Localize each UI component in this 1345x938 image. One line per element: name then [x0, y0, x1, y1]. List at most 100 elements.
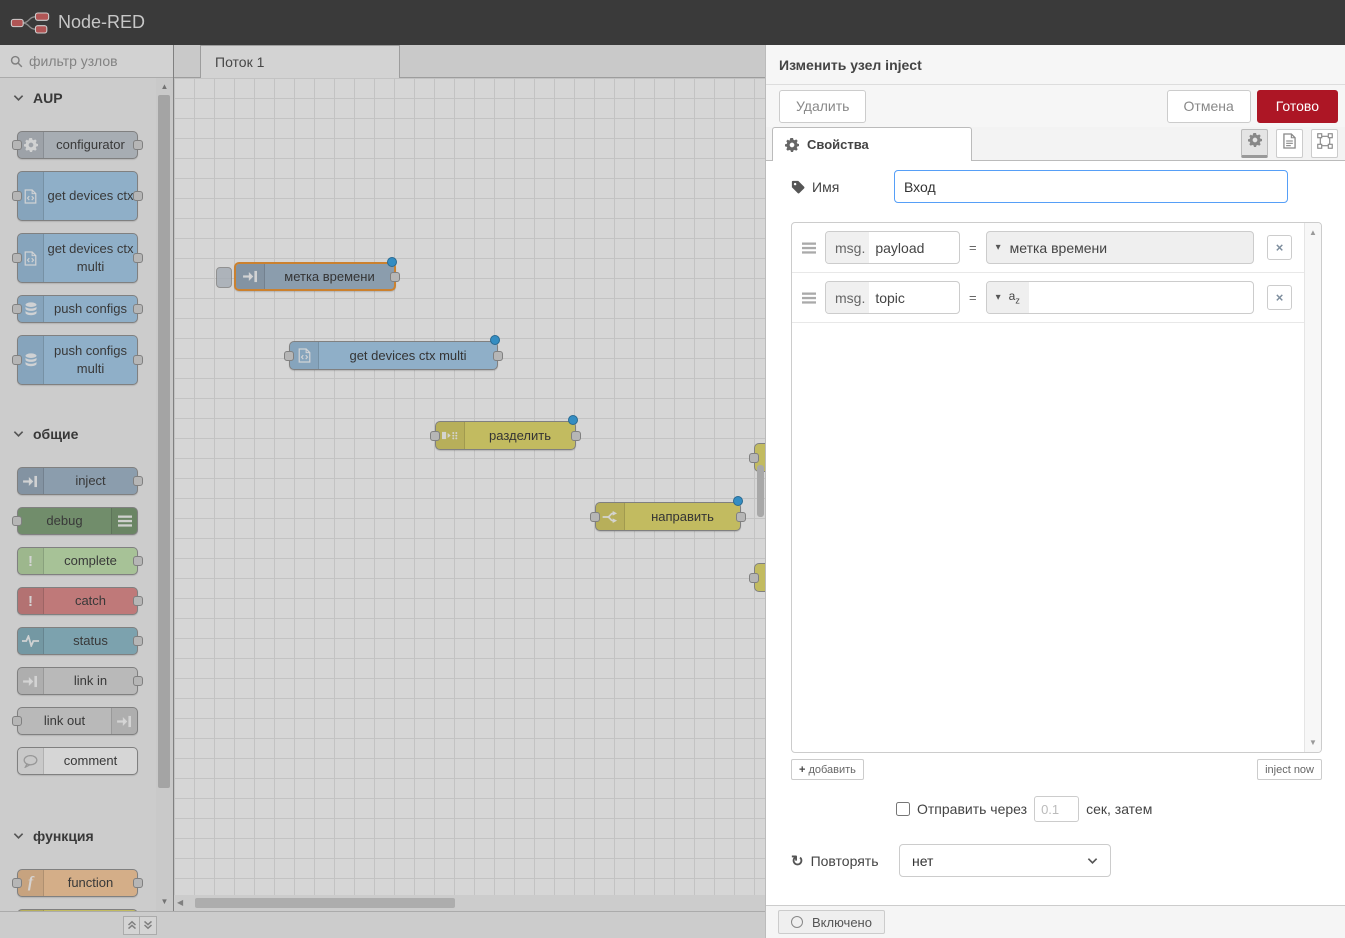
- scroll-up-icon[interactable]: ▲: [156, 81, 173, 93]
- flow-node-fragment[interactable]: [754, 563, 765, 592]
- input-port[interactable]: [749, 573, 759, 583]
- palette-node-debug[interactable]: debug: [17, 507, 138, 535]
- scroll-down-icon[interactable]: ▼: [1305, 738, 1321, 747]
- input-port[interactable]: [590, 512, 600, 522]
- expand-palette-button[interactable]: [140, 916, 157, 935]
- output-port[interactable]: [133, 878, 143, 888]
- done-button[interactable]: Готово: [1257, 90, 1338, 123]
- delete-row-button[interactable]: ×: [1267, 235, 1292, 260]
- drag-handle-icon[interactable]: [802, 242, 816, 254]
- output-port[interactable]: [133, 253, 143, 263]
- palette-node-configurator[interactable]: configurator: [17, 131, 138, 159]
- output-port[interactable]: [571, 431, 581, 441]
- palette-node-status[interactable]: status: [17, 627, 138, 655]
- cancel-button[interactable]: Отмена: [1167, 90, 1251, 123]
- input-port[interactable]: [12, 878, 22, 888]
- gear-icon: [785, 138, 799, 152]
- category-header-function[interactable]: функция: [0, 823, 156, 849]
- input-port[interactable]: [12, 140, 22, 150]
- delete-button[interactable]: Удалить: [779, 90, 866, 123]
- input-port[interactable]: [430, 431, 440, 441]
- output-port[interactable]: [133, 476, 143, 486]
- name-input[interactable]: [894, 170, 1288, 203]
- palette-search-input[interactable]: [29, 53, 149, 69]
- palette-node-get-devices-ctx-multi[interactable]: get devices ctx multi: [17, 233, 138, 283]
- inject-arrow-icon: [18, 468, 44, 494]
- delete-row-button[interactable]: ×: [1267, 285, 1292, 310]
- palette-category-function: функция f function switch: [0, 823, 156, 911]
- scroll-up-icon[interactable]: ▲: [1305, 228, 1321, 237]
- palette-node-inject[interactable]: inject: [17, 467, 138, 495]
- category-header-common[interactable]: общие: [0, 421, 156, 447]
- inject-trigger-button[interactable]: [216, 267, 232, 288]
- enabled-toggle-button[interactable]: Включено: [778, 910, 885, 934]
- palette-node-link-in[interactable]: link in: [17, 667, 138, 695]
- palette-node-catch[interactable]: ! catch: [17, 587, 138, 615]
- output-port[interactable]: [133, 304, 143, 314]
- flow-workspace: Поток 1 метка времени get devices ctx mu…: [173, 45, 765, 911]
- output-port[interactable]: [133, 355, 143, 365]
- output-port[interactable]: [133, 676, 143, 686]
- palette-node-function[interactable]: f function: [17, 869, 138, 897]
- palette-node-push-configs[interactable]: push configs: [17, 295, 138, 323]
- flow-node-split[interactable]: разделить: [435, 421, 576, 450]
- canvas-horizontal-scrollbar[interactable]: ◀: [174, 895, 765, 911]
- palette-node-link-out[interactable]: link out: [17, 707, 138, 735]
- output-port[interactable]: [736, 512, 746, 522]
- flow-node-inject[interactable]: метка времени: [234, 262, 396, 291]
- collapse-palette-button[interactable]: [123, 916, 140, 935]
- palette-node-comment[interactable]: comment: [17, 747, 138, 775]
- output-port[interactable]: [133, 636, 143, 646]
- description-tool-button[interactable]: [1276, 129, 1303, 158]
- input-port[interactable]: [749, 453, 759, 463]
- tab-properties[interactable]: Свойства: [772, 127, 972, 161]
- output-port[interactable]: [493, 351, 503, 361]
- scroll-down-icon[interactable]: ▼: [156, 896, 173, 908]
- category-label: функция: [33, 828, 94, 844]
- canvas-horizontal-scrollbar-thumb[interactable]: [195, 898, 455, 908]
- flow-canvas[interactable]: метка времени get devices ctx multi разд…: [174, 78, 765, 895]
- list-scrollbar[interactable]: ▲ ▼: [1304, 223, 1321, 752]
- output-port[interactable]: [133, 140, 143, 150]
- value-input[interactable]: ▾ az: [986, 281, 1254, 314]
- value-type-dropdown[interactable]: ▾ az: [987, 282, 1029, 313]
- palette-scrollbar-thumb[interactable]: [158, 95, 170, 788]
- palette-node-push-configs-multi[interactable]: push configs multi: [17, 335, 138, 385]
- palette-search[interactable]: [0, 45, 173, 78]
- properties-list: msg. payload = ▾ метка времени × msg. to…: [791, 222, 1322, 753]
- output-port[interactable]: [390, 272, 400, 282]
- property-key-field[interactable]: msg. topic: [825, 281, 960, 314]
- output-port[interactable]: [133, 596, 143, 606]
- inject-now-button[interactable]: inject now: [1257, 759, 1322, 780]
- input-port[interactable]: [284, 351, 294, 361]
- flow-tab[interactable]: Поток 1: [200, 45, 400, 78]
- appearance-tool-button[interactable]: [1311, 129, 1338, 158]
- canvas-vertical-scrollbar-thumb[interactable]: [757, 465, 764, 517]
- properties-tool-button[interactable]: [1241, 129, 1268, 158]
- output-port[interactable]: [133, 556, 143, 566]
- fire-once-delay-input[interactable]: [1034, 796, 1079, 822]
- category-header-aup[interactable]: AUP: [0, 85, 156, 111]
- property-key-field[interactable]: msg. payload: [825, 231, 960, 264]
- fire-once-checkbox[interactable]: [896, 802, 910, 816]
- scroll-left-icon[interactable]: ◀: [177, 897, 183, 909]
- input-port[interactable]: [12, 191, 22, 201]
- input-port[interactable]: [12, 716, 22, 726]
- input-port[interactable]: [12, 516, 22, 526]
- input-port[interactable]: [12, 355, 22, 365]
- flow-node-route[interactable]: направить: [595, 502, 741, 531]
- value-type-dropdown[interactable]: ▾ метка времени: [986, 231, 1254, 264]
- palette-node-get-devices-ctx[interactable]: get devices ctx: [17, 171, 138, 221]
- palette-node-complete[interactable]: ! complete: [17, 547, 138, 575]
- drag-handle-icon[interactable]: [802, 292, 816, 304]
- input-port[interactable]: [12, 253, 22, 263]
- plus-icon: +: [799, 764, 805, 776]
- fire-once-suffix: сек, затем: [1086, 801, 1152, 817]
- add-property-button[interactable]: + добавить: [791, 759, 864, 780]
- repeat-select[interactable]: нет: [899, 844, 1111, 877]
- input-port[interactable]: [12, 304, 22, 314]
- double-chevron-down-icon: [143, 920, 153, 932]
- flow-node-get-devices-ctx-multi[interactable]: get devices ctx multi: [289, 341, 498, 370]
- output-port[interactable]: [133, 191, 143, 201]
- palette-scrollbar[interactable]: ▲ ▼: [156, 78, 173, 911]
